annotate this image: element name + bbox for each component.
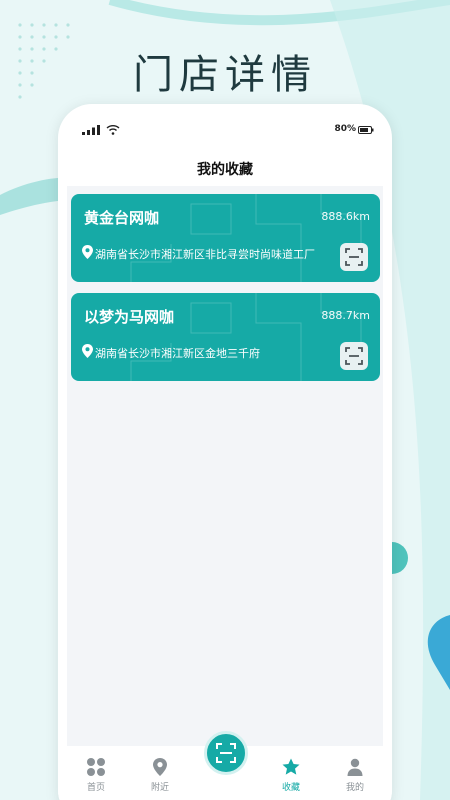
store-name: 以梦为马网咖 [84, 308, 175, 326]
store-address: 湖南省长沙市湘江新区金地三千府 [95, 347, 260, 360]
favorite-card[interactable]: 以梦为马网咖 888.7km 湖南省长沙市湘江新区金地三千府 [71, 293, 380, 381]
battery-level: 80% [334, 124, 356, 134]
tab-label: 我的 [345, 783, 364, 793]
signal-icon [82, 125, 100, 135]
store-distance: 888.7km [321, 309, 370, 322]
favorites-list: 黄金台网咖 888.6km 湖南省长沙市湘江新区非比寻尝时尚味道工厂 以梦为马网… [67, 186, 383, 746]
status-bar: 80% [58, 122, 392, 142]
location-pin-icon [82, 245, 93, 259]
tab-label: 附近 [150, 783, 169, 793]
center-scan-button[interactable] [204, 731, 248, 775]
scan-icon [345, 347, 363, 365]
tab-label: 收藏 [281, 783, 300, 793]
scan-icon [345, 248, 363, 266]
tab-nearby[interactable]: 附近 [135, 757, 185, 793]
wifi-icon [106, 125, 120, 135]
tab-favorites[interactable]: 收藏 [266, 757, 316, 793]
scan-button[interactable] [340, 243, 368, 271]
page-headline: 门店详情 [133, 52, 317, 98]
location-pin-icon [82, 344, 93, 358]
phone-frame: 80% 我的收藏 黄金台网咖 888.6km 湖南省长沙市湘江新区非比寻尝时尚味… [58, 104, 392, 800]
location-pin-icon [153, 758, 167, 776]
star-icon [282, 758, 300, 775]
battery-icon [358, 126, 374, 134]
store-distance: 888.6km [321, 210, 370, 223]
grid-icon [87, 758, 105, 776]
store-name: 黄金台网咖 [84, 209, 160, 227]
favorite-card[interactable]: 黄金台网咖 888.6km 湖南省长沙市湘江新区非比寻尝时尚味道工厂 [71, 194, 380, 282]
scan-button[interactable] [340, 342, 368, 370]
store-address: 湖南省长沙市湘江新区非比寻尝时尚味道工厂 [95, 248, 315, 261]
tab-label: 首页 [86, 783, 105, 793]
scan-icon [216, 743, 236, 763]
tab-home[interactable]: 首页 [71, 757, 121, 793]
person-icon [347, 758, 363, 776]
screen-title: 我的收藏 [197, 162, 253, 178]
tab-mine[interactable]: 我的 [330, 757, 380, 793]
